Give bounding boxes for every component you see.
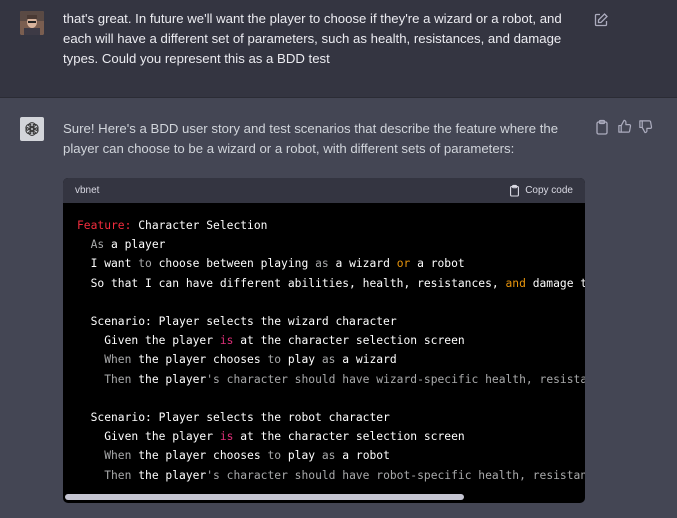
code-line: Then the player's character should have … — [77, 466, 585, 485]
code-token: to — [267, 353, 282, 367]
code-line: When the player chooses to play as a wiz… — [77, 350, 571, 369]
code-token: a robot — [410, 257, 465, 271]
code-token: 's character should have robot-specific … — [206, 468, 585, 482]
code-line: As a player — [77, 235, 571, 254]
code-token: to — [138, 257, 152, 271]
code-token: is — [219, 334, 234, 348]
code-token: the player — [131, 468, 207, 482]
scrollbar-thumb[interactable] — [65, 494, 464, 500]
code-token: a wizard — [328, 257, 397, 271]
code-token: play — [281, 449, 322, 463]
code-token: to — [267, 449, 282, 463]
user-avatar — [20, 11, 44, 35]
code-token: damage types — [532, 276, 585, 290]
code-token: Then — [77, 468, 132, 482]
code-token: Scenario: Player selects the wizard char… — [77, 315, 397, 329]
code-line: So that I can have different abilities, … — [77, 274, 585, 293]
code-token: play — [281, 353, 322, 367]
code-token: Then — [77, 372, 132, 386]
code-token: as — [315, 257, 329, 271]
code-line: Scenario: Player selects the wizard char… — [77, 312, 571, 331]
code-line: I want to choose between playing as a wi… — [77, 254, 571, 273]
assistant-message-text: Sure! Here's a BDD user story and test s… — [63, 121, 559, 156]
code-token: is — [219, 430, 234, 444]
code-token: the player — [131, 372, 207, 386]
code-token: the player chooses — [131, 353, 268, 367]
user-message-row: that's great. In future we'll want the p… — [0, 0, 677, 98]
copy-code-label: Copy code — [525, 185, 573, 196]
code-content[interactable]: Feature: Character Selection As a player… — [63, 203, 585, 488]
code-line: Feature: Character Selection — [77, 216, 571, 235]
code-token: or — [396, 257, 411, 271]
code-token: Given the player — [77, 430, 220, 444]
code-token: choose between playing — [151, 257, 316, 271]
code-token: Given the player — [77, 334, 220, 348]
code-token: at the character selection screen — [233, 334, 465, 348]
code-block: vbnet Copy code Feature: Character Selec… — [63, 178, 585, 503]
clipboard-icon[interactable] — [595, 119, 611, 135]
code-block-header: vbnet Copy code — [63, 178, 585, 203]
code-token: and — [505, 276, 526, 290]
code-token: the player chooses — [131, 449, 268, 463]
copy-code-button[interactable]: Copy code — [509, 184, 573, 197]
user-message-text: that's great. In future we'll want the p… — [63, 11, 562, 66]
code-token: 's character should have wizard-specific… — [206, 372, 585, 386]
code-token: a wizard — [335, 353, 397, 367]
code-token: Character Selection — [131, 219, 268, 232]
code-token: I want — [77, 257, 139, 271]
openai-logo-icon — [25, 122, 39, 136]
horizontal-scrollbar[interactable] — [63, 494, 585, 500]
thumbs-down-icon[interactable] — [638, 119, 654, 135]
code-token: as — [321, 353, 336, 367]
code-line: Scenario: Player selects the robot chara… — [77, 408, 571, 427]
code-token: When — [77, 449, 132, 463]
code-language-label: vbnet — [75, 185, 100, 196]
thumbs-up-icon[interactable] — [617, 119, 633, 135]
code-token: a robot — [335, 449, 390, 463]
code-token: Feature: — [77, 219, 132, 232]
code-token: So that I can have different abilities, … — [77, 276, 506, 290]
edit-icon[interactable] — [593, 12, 609, 28]
clipboard-icon — [510, 184, 520, 197]
code-token: As — [77, 238, 105, 252]
user-photo-icon — [20, 11, 44, 35]
code-line: Given the player is at the character sel… — [77, 331, 571, 350]
code-line: Given the player is at the character sel… — [77, 427, 571, 446]
code-token: at the character selection screen — [233, 430, 465, 444]
code-token: Scenario: Player selects the robot chara… — [77, 411, 390, 425]
code-token: a player — [104, 238, 166, 252]
code-line: Then the player's character should have … — [77, 370, 585, 389]
code-token: When — [77, 353, 132, 367]
assistant-avatar — [20, 117, 44, 141]
code-line: When the player chooses to play as a rob… — [77, 446, 571, 465]
code-token: as — [321, 449, 336, 463]
